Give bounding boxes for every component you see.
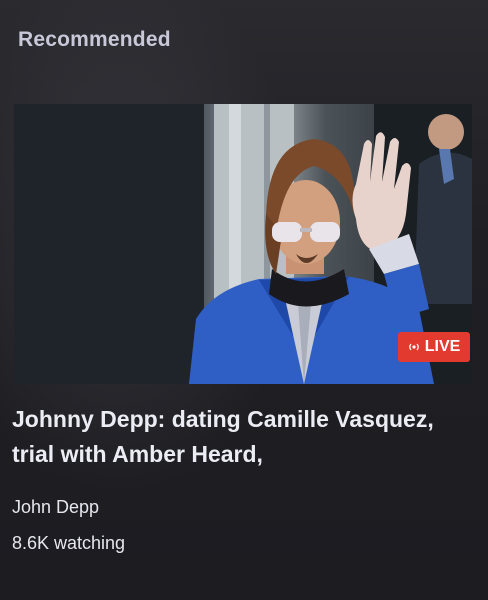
tv-screen: Recommended LIVE Johnny Depp: dating Cam…	[0, 0, 488, 600]
viewer-count: 8.6K watching	[12, 533, 126, 553]
live-broadcast-icon	[408, 341, 420, 353]
section-title: Recommended	[18, 28, 171, 51]
video-card[interactable]: LIVE Johnny Depp: dating Camille Vasquez…	[12, 104, 474, 584]
channel-name: John Depp	[12, 497, 100, 517]
live-badge: LIVE	[398, 332, 470, 362]
video-thumbnail[interactable]: LIVE	[14, 104, 472, 384]
live-badge-label: LIVE	[424, 338, 461, 355]
video-title[interactable]: Johnny Depp: dating Camille Vasquez, tri…	[12, 402, 474, 472]
